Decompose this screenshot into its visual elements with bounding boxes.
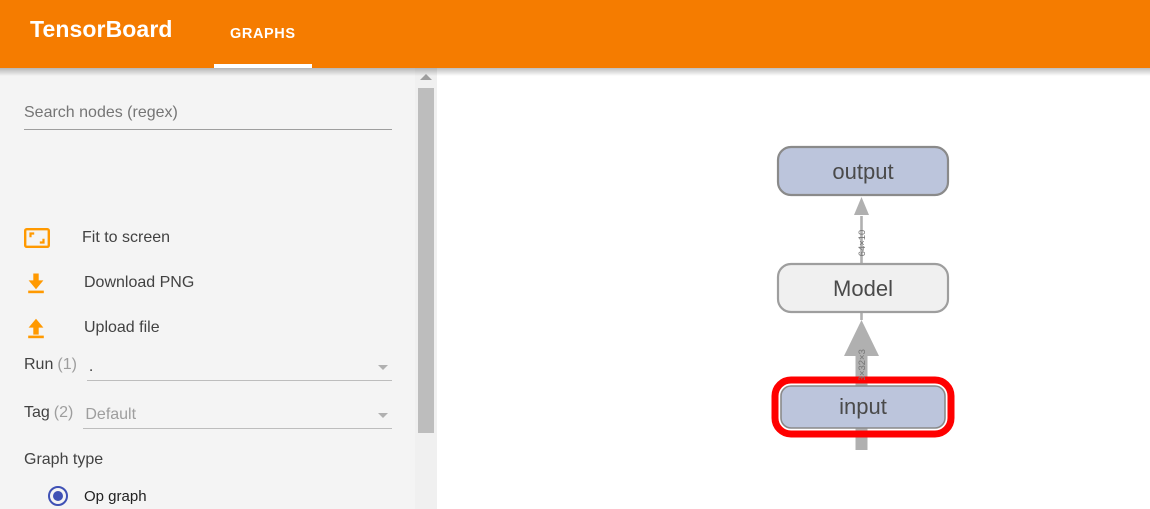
fit-to-screen-label: Fit to screen	[82, 229, 171, 246]
chevron-down-icon	[378, 413, 388, 418]
graph-node-model-label: Model	[833, 276, 893, 301]
chevron-down-icon	[378, 365, 388, 370]
fit-to-screen-button[interactable]: Fit to screen	[24, 223, 170, 253]
tag-selector-row: Tag (2) Default	[24, 404, 392, 429]
app-brand-title: TensorBoard	[30, 16, 173, 42]
graph-node-input[interactable]: input	[771, 376, 955, 438]
fit-to-screen-icon	[24, 223, 58, 253]
radio-op-graph-label: Op graph	[84, 487, 147, 505]
tag-label-text: Tag	[24, 404, 50, 421]
scrollbar-thumb[interactable]	[418, 88, 434, 433]
graph-node-output-label: output	[832, 159, 893, 184]
tensorboard-app: TensorBoard GRAPHS Fit to scree	[0, 0, 1150, 509]
tag-count: (2)	[53, 404, 74, 421]
tab-graphs[interactable]: GRAPHS	[214, 0, 312, 68]
run-selected-value: .	[88, 358, 94, 375]
search-nodes-row	[24, 104, 392, 130]
graph-svg: output Model input 64×10 ×3×32×3	[771, 145, 955, 450]
upload-file-label: Upload file	[84, 319, 160, 336]
run-label-text: Run	[24, 356, 54, 373]
sidebar-scrollbar[interactable]	[415, 68, 437, 509]
download-icon	[24, 268, 58, 298]
tag-dropdown[interactable]: Default	[83, 404, 392, 429]
graph-node-model[interactable]: Model	[776, 262, 950, 314]
header-tabs: GRAPHS	[214, 0, 312, 68]
graph-type-title: Graph type	[24, 451, 104, 468]
radio-selected-icon	[48, 486, 68, 506]
edge-label-model-output: 64×10	[857, 230, 868, 257]
upload-file-button[interactable]: Upload file	[24, 313, 160, 343]
header-shadow	[0, 68, 1150, 76]
upload-icon	[24, 313, 58, 343]
search-input[interactable]	[24, 104, 392, 130]
control-sidebar: Fit to screen Download PNG	[0, 68, 415, 509]
tab-graphs-label: GRAPHS	[230, 26, 296, 42]
tag-selector-label: Tag (2)	[24, 404, 73, 429]
radio-op-graph[interactable]: Op graph	[48, 486, 147, 506]
run-dropdown[interactable]: .	[86, 356, 392, 381]
download-png-button[interactable]: Download PNG	[24, 268, 194, 298]
download-png-label: Download PNG	[84, 274, 195, 291]
run-selector-row: Run (1) .	[24, 356, 392, 381]
tag-selected-value: Default	[85, 406, 137, 423]
app-header: TensorBoard GRAPHS	[0, 0, 1150, 68]
run-count: (1)	[57, 356, 77, 373]
graph-canvas[interactable]: output Model input 64×10 ×3×32×3	[437, 68, 1150, 509]
run-selector-label: Run (1)	[24, 356, 77, 381]
graph-node-output[interactable]: output	[776, 145, 950, 197]
graph-node-input-label: input	[839, 394, 887, 419]
